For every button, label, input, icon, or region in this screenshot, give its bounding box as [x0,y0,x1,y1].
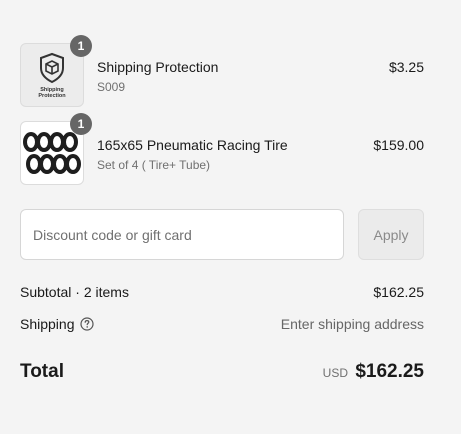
product-price: $3.25 [388,59,424,75]
total-label: Total [20,361,64,382]
thumbnail-caption-line-2: Protection [38,93,66,99]
total-currency: USD [322,366,348,380]
total-row: Total USD $162.25 [20,360,424,384]
product-thumbnail: 1 [20,113,92,185]
discount-code-input[interactable] [20,209,344,260]
product-variant: S009 [97,80,126,94]
shipping-row: Shipping Enter shipping address [20,316,424,336]
line-item-racing-tire: 1 165x65 Pneumatic Racing Tire Set of 4 … [20,113,424,185]
product-title: 165x65 Pneumatic Racing Tire [97,137,288,153]
shipping-label: Shipping [20,316,75,332]
subtotal-label: Subtotal · 2 items [20,284,129,300]
subtotal-value: $162.25 [373,284,424,300]
quantity-badge: 1 [70,35,92,57]
product-title: Shipping Protection [97,59,219,75]
product-thumbnail: Shipping Protection 1 [20,35,92,107]
question-circle-icon[interactable] [80,317,94,331]
shipping-value: Enter shipping address [280,316,424,332]
quantity-badge: 1 [70,113,92,135]
discount-section: Apply [20,209,424,260]
order-summary: Shipping Protection 1 Shipping Protectio… [0,0,461,434]
product-variant: Set of 4 ( Tire+ Tube) [97,158,211,172]
apply-discount-button[interactable]: Apply [358,209,424,260]
total-amount: $162.25 [355,361,424,382]
subtotal-row: Subtotal · 2 items $162.25 [20,284,424,304]
product-price: $159.00 [373,137,424,153]
line-item-shipping-protection: Shipping Protection 1 Shipping Protectio… [20,35,424,107]
shield-box-icon: Shipping Protection [38,52,66,99]
tires-image [23,132,81,174]
